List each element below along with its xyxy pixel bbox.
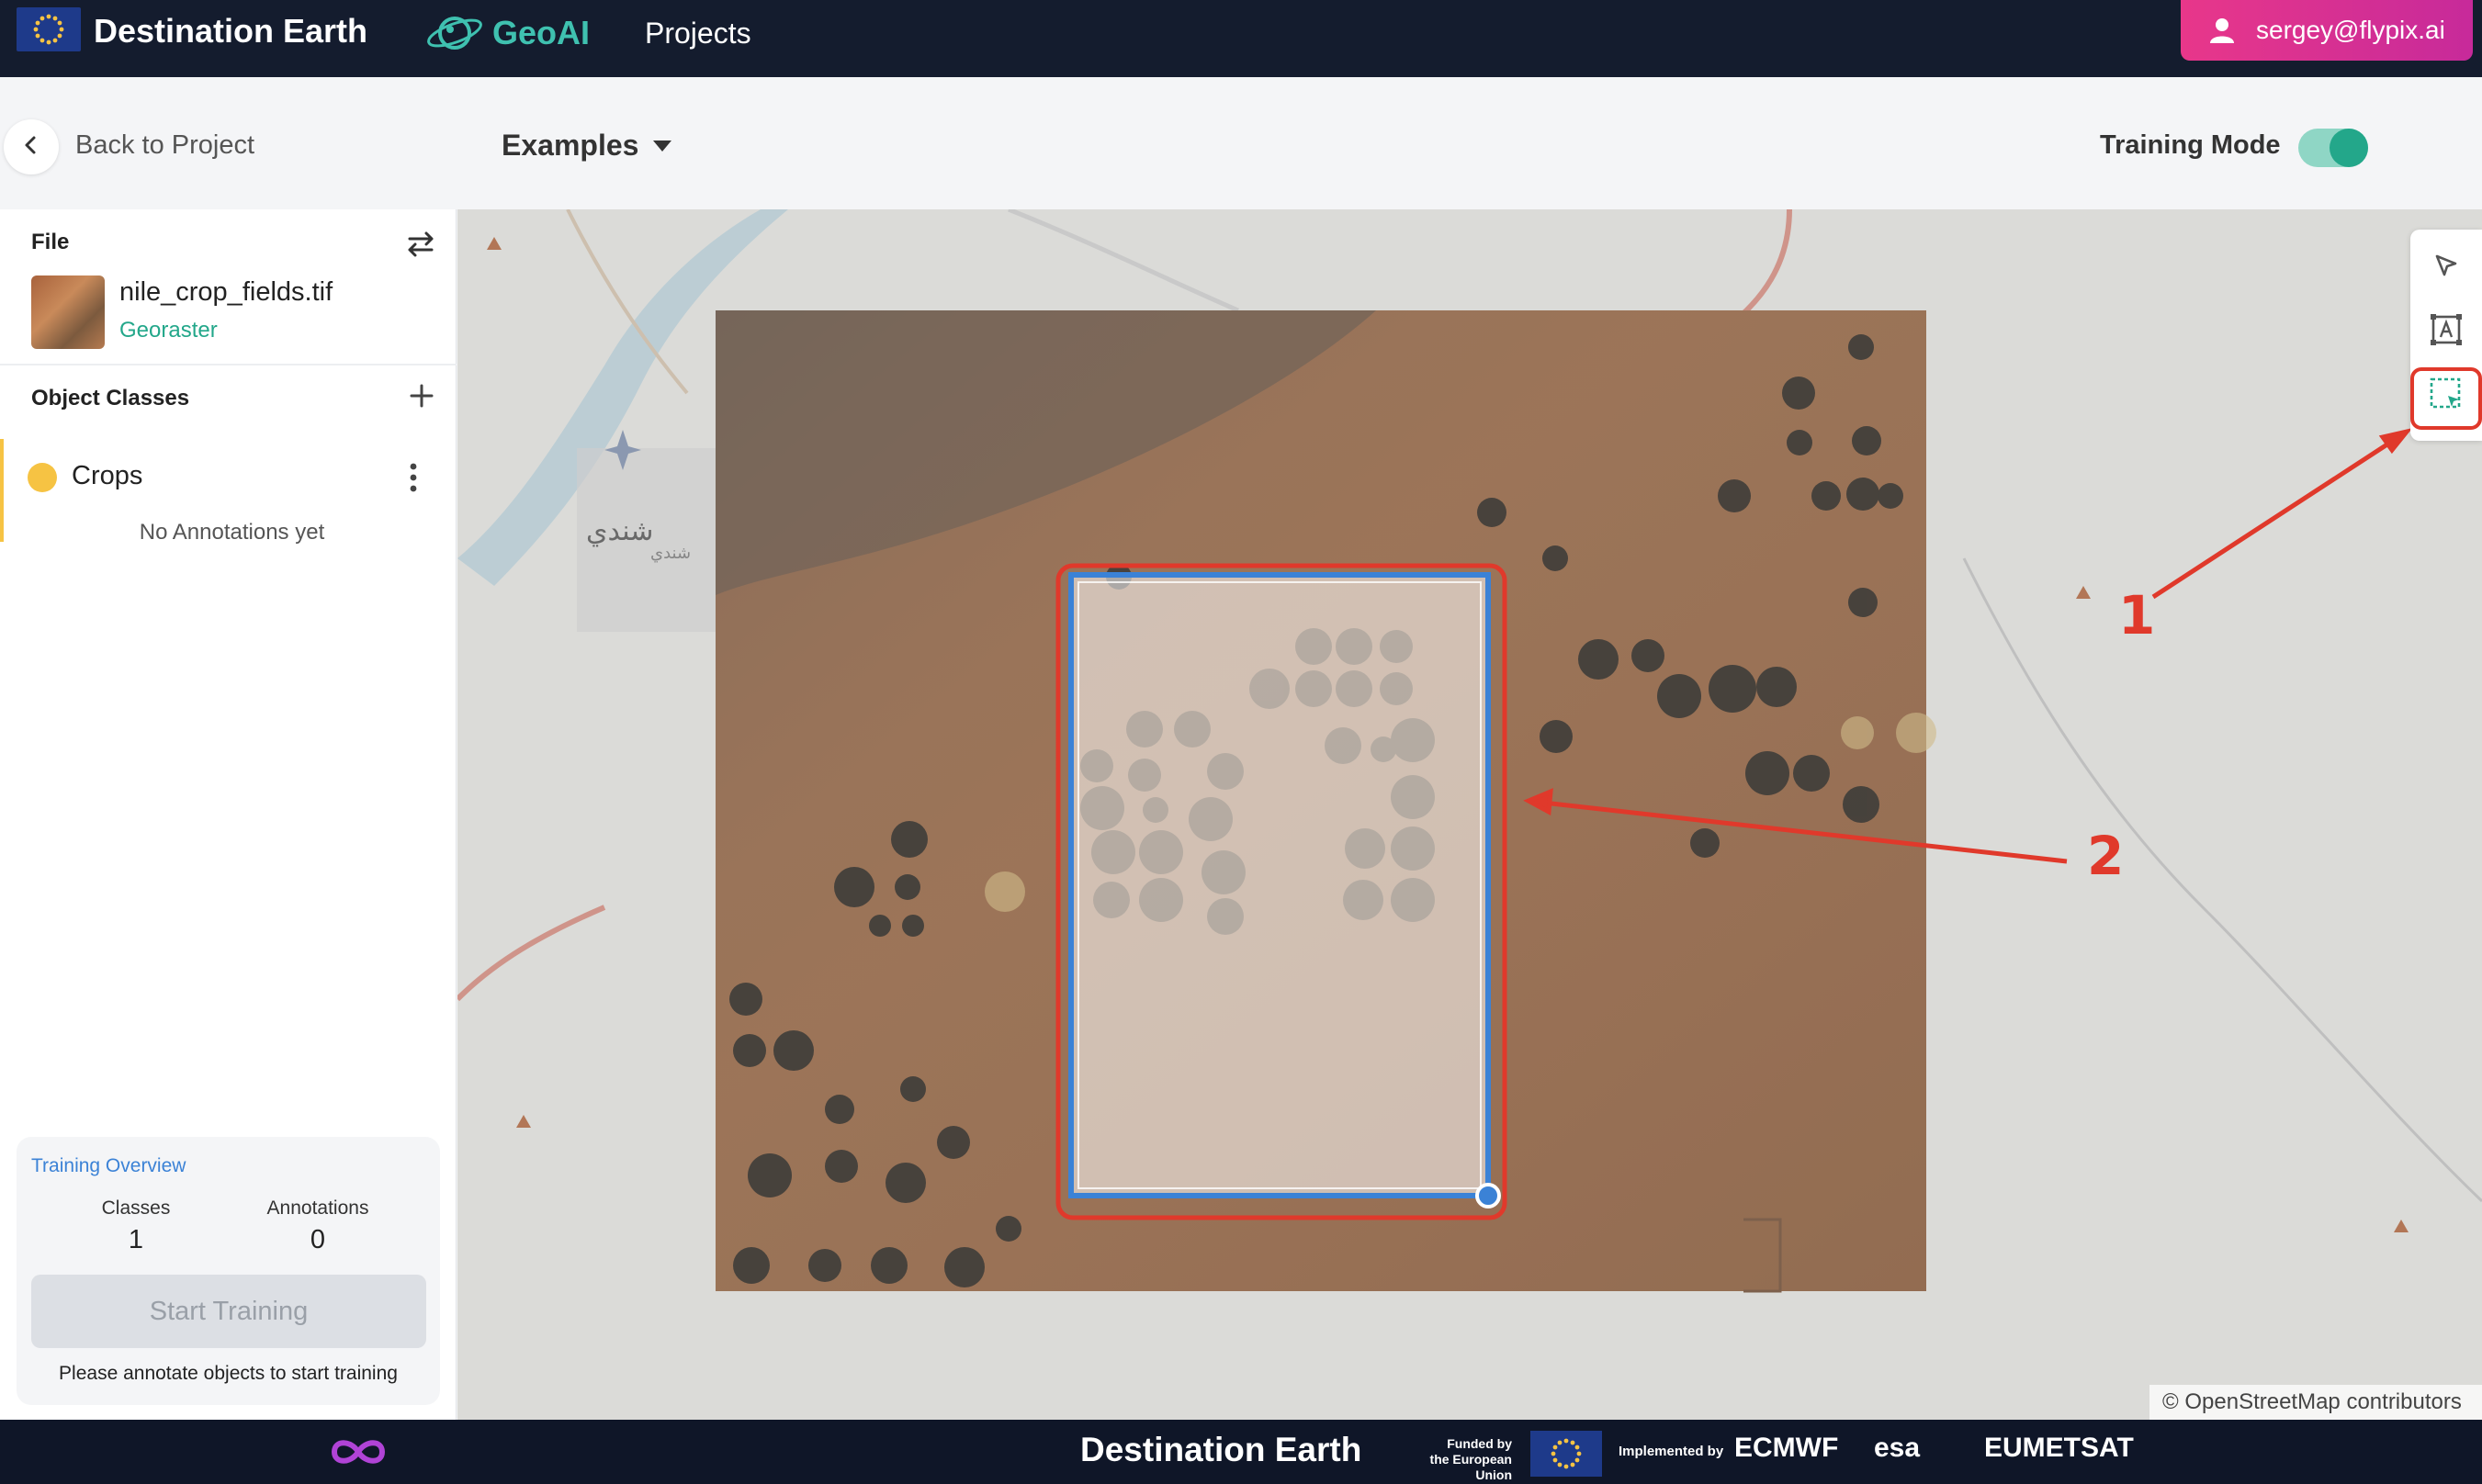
page-subheader: Back to Project Examples Training Mode: [0, 77, 2482, 209]
file-section-label: File: [31, 230, 70, 254]
geoai-logo-icon: [424, 9, 485, 57]
add-class-icon[interactable]: [408, 382, 435, 410]
back-button[interactable]: [4, 119, 59, 174]
chevron-left-icon: [21, 135, 41, 160]
map-view: شندي شندي 1 2: [457, 209, 2482, 1420]
funded-line-2: the European Union: [1429, 1452, 1512, 1482]
sidebar-divider: [0, 364, 457, 365]
selection-area[interactable]: [1068, 572, 1501, 1209]
esa-logo: esa: [1874, 1433, 1921, 1463]
footer-eu-flag-icon: [1530, 1431, 1602, 1477]
implemented-by-text: Implemented by: [1619, 1444, 1724, 1459]
callout-1-highlight: [2410, 367, 2482, 430]
training-mode-label: Training Mode: [2100, 130, 2281, 160]
top-navigation-bar: Destination Earth GeoAI Projects sergey@…: [0, 0, 2482, 77]
examples-label: Examples: [502, 129, 639, 162]
start-training-button[interactable]: Start Training: [31, 1275, 426, 1348]
ecmwf-logo: ECMWF: [1734, 1433, 1839, 1463]
classes-stat-value: 1: [128, 1225, 144, 1254]
callout-number-1: 1: [2118, 584, 2155, 646]
projects-nav-link[interactable]: Projects: [645, 11, 751, 55]
footer-brand: Destination Earth: [1080, 1431, 1362, 1468]
destination-earth-brand[interactable]: Destination Earth: [94, 9, 367, 53]
geoai-app-name[interactable]: GeoAI: [492, 11, 590, 55]
resize-handle[interactable]: [1475, 1183, 1501, 1209]
annotations-stat-value: 0: [310, 1225, 326, 1254]
callout-number-2: 2: [2087, 825, 2124, 887]
user-icon: [2208, 17, 2236, 44]
training-hint: Please annotate objects to start trainin…: [59, 1363, 398, 1384]
user-account-button[interactable]: sergey@flypix.ai: [2181, 0, 2473, 61]
caret-down-icon: [653, 140, 672, 152]
training-overview-panel: Training Overview Classes 1 Annotations …: [17, 1137, 440, 1405]
file-type: Georaster: [119, 318, 218, 343]
map-canvas[interactable]: شندي شندي 1 2: [457, 209, 2482, 1420]
kebab-menu-icon[interactable]: [404, 459, 423, 496]
classes-stat-label: Classes: [101, 1197, 171, 1219]
select-tool-button[interactable]: [2423, 244, 2469, 290]
class-item-crops[interactable]: Crops No Annotations yet: [0, 439, 457, 545]
map-attribution[interactable]: © OpenStreetMap contributors: [2149, 1385, 2482, 1420]
no-annotations-text: No Annotations yet: [139, 520, 325, 545]
eu-flag-icon: [17, 7, 81, 51]
left-sidebar: File nile_crop_fields.tif Georaster Obje…: [0, 209, 457, 1420]
user-email: sergey@flypix.ai: [2256, 16, 2445, 44]
classes-stat: Classes 1: [62, 1197, 209, 1255]
toggle-knob: [2330, 129, 2368, 167]
annotations-stat-label: Annotations: [266, 1197, 369, 1219]
back-to-project-link[interactable]: Back to Project: [75, 130, 254, 161]
text-box-icon: [2428, 311, 2465, 353]
training-overview-title: Training Overview: [31, 1155, 186, 1176]
file-thumbnail: [31, 275, 105, 349]
funded-line-1: Funded by: [1447, 1436, 1512, 1451]
swap-file-icon[interactable]: [404, 230, 437, 257]
annotate-tool-button[interactable]: [2423, 309, 2469, 354]
object-classes-label: Object Classes: [31, 386, 190, 410]
funded-by-eu-text: Funded by the European Union: [1393, 1436, 1512, 1483]
file-name: nile_crop_fields.tif: [119, 277, 333, 307]
annotations-stat: Annotations 0: [244, 1197, 391, 1255]
eumetsat-logo: EUMETSAT: [1984, 1433, 2134, 1463]
cursor-icon: [2431, 251, 2461, 285]
class-color-dot: [28, 463, 57, 492]
footer-bar: Destination Earth Funded by the European…: [0, 1420, 2482, 1484]
examples-dropdown[interactable]: Examples: [502, 129, 672, 163]
class-name: Crops: [72, 461, 143, 490]
training-mode-toggle[interactable]: [2298, 129, 2368, 167]
infinity-logo-icon: [323, 1433, 393, 1471]
